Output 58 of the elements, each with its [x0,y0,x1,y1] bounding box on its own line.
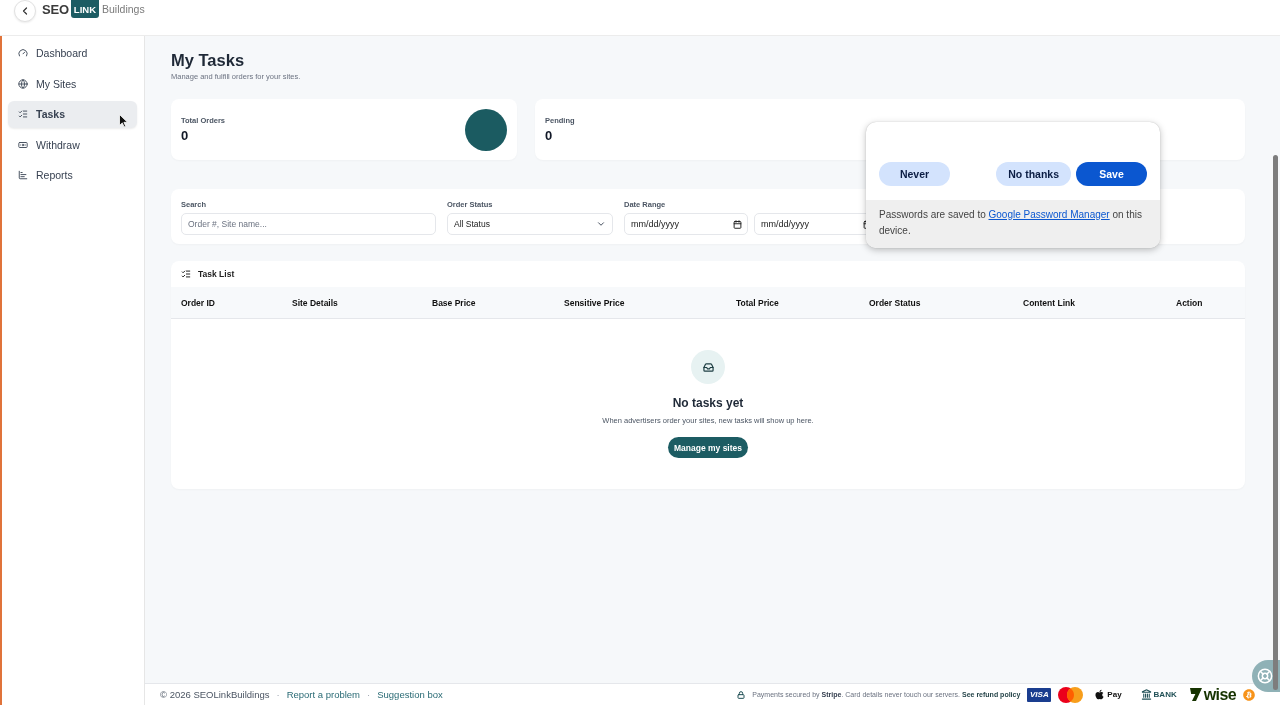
checklist-icon [18,109,28,119]
stat-value: 0 [181,128,190,144]
column-header: Sensitive Price [564,297,625,308]
wise-logo-text: wise [1203,685,1236,704]
column-header: Base Price [432,297,476,308]
password-manager-link[interactable]: Google Password Manager [988,209,1110,220]
footer-link[interactable]: Suggestion box [377,689,443,700]
payment-logo-text: Pay [1107,690,1122,699]
footer-link[interactable]: Report a problem [286,689,361,700]
separator: · [367,689,371,700]
logo-text: SEO [42,1,69,17]
empty-title: No tasks yet [672,395,744,412]
visa-logo: VISA [1027,687,1052,702]
separator: · [276,689,280,700]
password-note: Passwords are saved to Google Password Manager on this device. [866,200,1160,248]
banknote-icon [18,139,28,150]
inbox-icon [691,350,725,384]
sidebar-item[interactable]: My Sites [8,70,137,97]
payment-logo-text: BANK [1153,690,1177,699]
sidebar-item[interactable]: Withdraw [8,131,137,158]
column-header: Site Details [292,297,338,308]
sidebar-item[interactable]: Reports [8,161,137,189]
date-field[interactable]: mm/dd/yyyy [624,213,748,235]
popup-button[interactable]: Save [1076,162,1147,186]
sidebar-item[interactable]: Dashboard [8,39,137,67]
logo-text: Buildings [102,3,145,15]
gauge-icon [18,48,28,58]
checklist-icon [181,269,191,279]
scrollbar[interactable] [1273,155,1278,690]
logo-mark-icon [1189,688,1202,701]
manage-sites-button[interactable]: Manage my sites [668,437,748,458]
status-select[interactable]: All Status [447,213,613,235]
globe-icon [18,78,28,89]
calendar-icon [733,219,742,229]
back-button[interactable] [14,0,36,22]
lifebuoy-icon [1257,668,1273,684]
stat-value: 0 [545,128,554,144]
column-header: Content Link [1023,297,1075,308]
apple-icon [1094,689,1106,700]
popup-button[interactable]: Never [879,162,950,186]
column-header: Order ID [181,297,215,308]
section-title: Task List [198,269,235,279]
column-header: Total Price [736,297,779,308]
search-field[interactable]: Order #, Site name... [181,213,436,235]
mastercard-icon [1058,686,1084,703]
mouse-pointer-icon [119,114,128,127]
column-header: Order Status [869,297,921,308]
column-header: Action [1176,297,1203,308]
copyright-text: © 2026 SEOLinkBuildings [160,689,270,700]
bank-icon [1140,689,1152,700]
logo-badge: LINK [70,0,100,18]
chevron-down-icon [596,219,606,229]
page-title: My Tasks [171,50,246,71]
bitcoin-icon [1243,688,1255,701]
bar-chart-icon [18,170,28,180]
lock-icon [737,690,746,699]
sidebar-item[interactable]: Tasks [8,100,137,128]
popup-button[interactable]: No thanks [996,162,1071,186]
